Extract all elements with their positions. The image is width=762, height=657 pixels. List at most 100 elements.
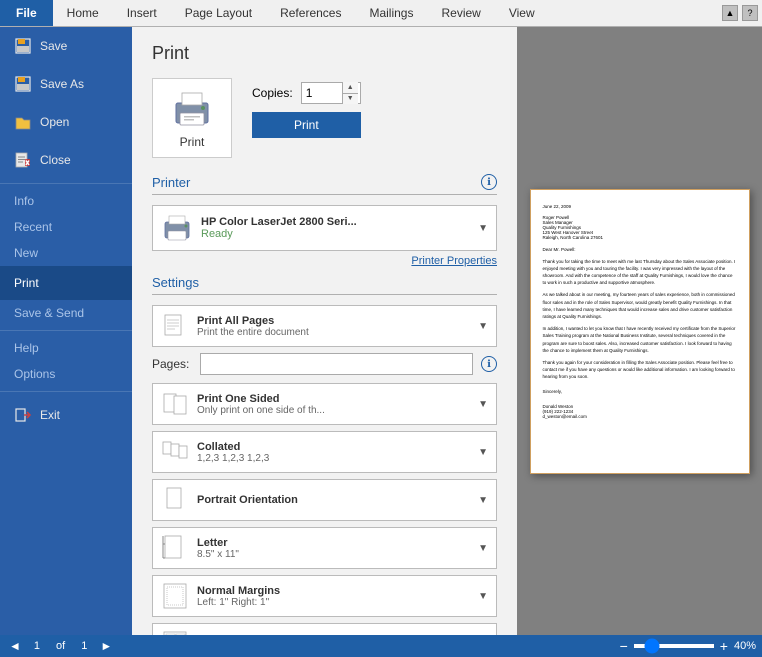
sidebar-exit-label: Exit (40, 408, 60, 422)
pages-row: Pages: ℹ (152, 353, 497, 375)
zoom-minus-button[interactable]: − (618, 638, 630, 654)
close-icon (14, 151, 32, 169)
print-pagespersheet-setting[interactable]: 1 Page Per Sheet ▼ (152, 623, 497, 635)
page-total: 1 (75, 640, 93, 652)
sidebar-divider-1 (0, 183, 132, 184)
content-area: Print Print Copies: (132, 27, 762, 635)
print-margins-arrow: ▼ (478, 591, 488, 602)
print-margins-text: Normal Margins Left: 1" Right: 1" (197, 585, 470, 608)
print-sides-icon (161, 390, 189, 418)
sidebar-open-label: Open (40, 115, 69, 129)
sidebar-item-savesend[interactable]: Save & Send (0, 300, 132, 326)
prev-page-button[interactable]: ◄ (6, 639, 24, 653)
copies-row: Copies: ▲ ▼ (252, 82, 361, 104)
print-pages-subtitle: Print the entire document (197, 327, 470, 338)
print-sides-setting[interactable]: Print One Sided Only print on one side o… (152, 383, 497, 425)
page-preview: June 22, 2009 Roger Powell Sales Manager… (530, 189, 750, 474)
sidebar-divider-2 (0, 330, 132, 331)
print-panel: Print Print Copies: (132, 27, 517, 635)
print-pages-setting[interactable]: Print All Pages Print the entire documen… (152, 305, 497, 347)
help-button[interactable]: ? (742, 5, 758, 21)
print-collate-title: Collated (197, 441, 470, 453)
save-icon (14, 37, 32, 55)
print-sides-arrow: ▼ (478, 399, 488, 410)
preview-salutation: Dear Mr. Powell: (543, 246, 737, 253)
sidebar-save-label: Save (40, 39, 67, 53)
sidebar-item-print[interactable]: Print (0, 266, 132, 300)
print-sides-subtitle: Only print on one side of th... (197, 405, 470, 416)
pages-info-icon[interactable]: ℹ (481, 356, 497, 372)
open-icon (14, 113, 32, 131)
sidebar-item-new[interactable]: New (0, 240, 132, 266)
printer-selector[interactable]: HP Color LaserJet 2800 Seri... Ready ▼ (152, 205, 497, 251)
print-pages-text: Print All Pages Print the entire documen… (197, 315, 470, 338)
printer-properties-link[interactable]: Printer Properties (152, 255, 497, 267)
sidebar-item-close[interactable]: Close (0, 141, 132, 179)
sidebar-item-exit[interactable]: Exit (0, 396, 132, 434)
pages-input[interactable] (200, 353, 473, 375)
printer-info: HP Color LaserJet 2800 Seri... Ready (201, 216, 470, 240)
zoom-slider[interactable] (634, 644, 714, 648)
print-top-section: Print Copies: ▲ ▼ Print (152, 78, 497, 158)
file-tab[interactable]: File (0, 0, 53, 26)
next-page-button[interactable]: ► (97, 639, 115, 653)
sidebar-item-options[interactable]: Options (0, 361, 132, 387)
copies-down-button[interactable]: ▼ (343, 93, 358, 105)
print-sides-title: Print One Sided (197, 393, 470, 405)
settings-section-header: Settings (152, 275, 497, 295)
print-collate-setting[interactable]: Collated 1,2,3 1,2,3 1,2,3 ▼ (152, 431, 497, 473)
sidebar-divider-3 (0, 391, 132, 392)
preview-sig-email: d_weston@email.com (543, 414, 737, 419)
printer-section-header: Printer ℹ (152, 174, 497, 195)
preview-date: June 22, 2009 (543, 204, 737, 209)
preview-para2: As we talked about in our meeting, my fo… (543, 291, 737, 320)
sidebar-item-help[interactable]: Help (0, 335, 132, 361)
print-button-label: Print (180, 135, 205, 149)
tab-review[interactable]: Review (427, 0, 494, 26)
preview-recipient-addr2: Raleigh, North Carolina 27601 (543, 235, 737, 240)
print-collate-icon (161, 438, 189, 466)
sidebar-close-label: Close (40, 153, 71, 167)
copies-label: Copies: (252, 86, 293, 100)
printer-section-label: Printer (152, 175, 190, 190)
tab-home[interactable]: Home (53, 0, 113, 26)
print-margins-setting[interactable]: Normal Margins Left: 1" Right: 1" ▼ (152, 575, 497, 617)
print-pages-icon (161, 312, 189, 340)
zoom-plus-button[interactable]: + (718, 638, 730, 654)
print-collate-arrow: ▼ (478, 447, 488, 458)
ribbon-controls: ▲ ? (722, 0, 762, 26)
sidebar-item-saveas[interactable]: Save As (0, 65, 132, 103)
print-size-arrow: ▼ (478, 543, 488, 554)
copies-up-button[interactable]: ▲ (343, 82, 358, 93)
tab-view[interactable]: View (495, 0, 549, 26)
print-action-button[interactable]: Print (252, 112, 361, 138)
print-orientation-setting[interactable]: Portrait Orientation ▼ (152, 479, 497, 521)
copies-input-wrap[interactable]: ▲ ▼ (301, 82, 361, 104)
printer-name: HP Color LaserJet 2800 Seri... (201, 216, 470, 228)
print-sides-text: Print One Sided Only print on one side o… (197, 393, 470, 416)
tab-page-layout[interactable]: Page Layout (171, 0, 266, 26)
sidebar-print-label: Print (14, 276, 39, 290)
copies-input[interactable] (302, 84, 342, 102)
sidebar-item-open[interactable]: Open (0, 103, 132, 141)
printer-info-icon[interactable]: ℹ (481, 174, 497, 190)
tab-references[interactable]: References (266, 0, 355, 26)
print-orientation-text: Portrait Orientation (197, 494, 470, 506)
tab-mailings[interactable]: Mailings (355, 0, 427, 26)
tab-insert[interactable]: Insert (113, 0, 171, 26)
printer-dropdown-arrow: ▼ (478, 223, 488, 234)
print-collate-subtitle: 1,2,3 1,2,3 1,2,3 (197, 453, 470, 464)
exit-icon (14, 406, 32, 424)
printer-small-icon (161, 212, 193, 244)
preview-closing: Sincerely, Donald Weston (919) 222-1234 … (543, 389, 737, 419)
sidebar-item-recent[interactable]: Recent (0, 214, 132, 240)
minimize-button[interactable]: ▲ (722, 5, 738, 21)
print-margins-subtitle: Left: 1" Right: 1" (197, 597, 470, 608)
sidebar-item-save[interactable]: Save (0, 27, 132, 65)
print-orientation-title: Portrait Orientation (197, 494, 470, 506)
print-size-setting[interactable]: Letter 8.5" x 11" ▼ (152, 527, 497, 569)
sidebar: Save Save As Open Close Info Recent (0, 27, 132, 635)
print-size-title: Letter (197, 537, 470, 549)
sidebar-item-info[interactable]: Info (0, 188, 132, 214)
page-current: 1 (28, 640, 46, 652)
